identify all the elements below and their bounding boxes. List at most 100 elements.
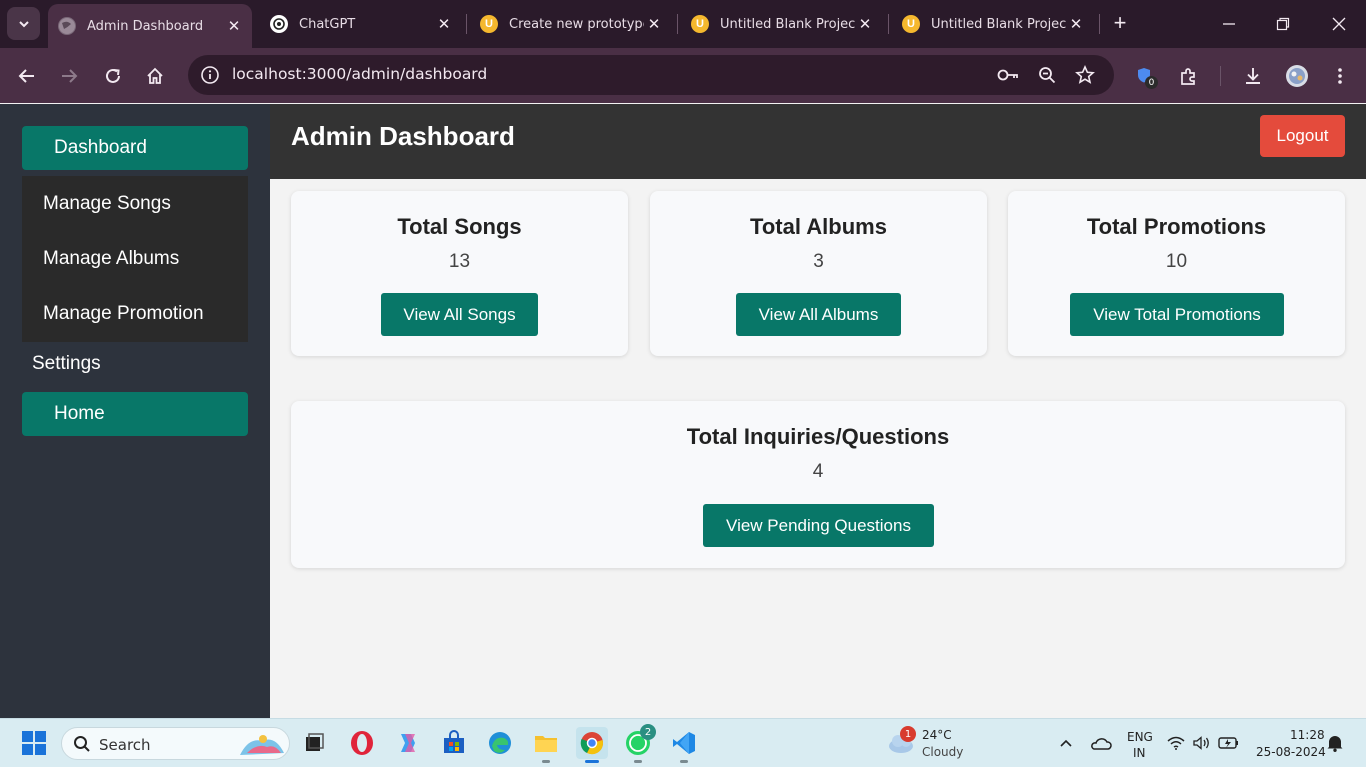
battery-icon[interactable] [1216,727,1242,759]
sidebar-item-settings[interactable]: Settings [32,353,258,375]
tab-untitled-project-1[interactable]: U Untitled Blank Project ✕ [681,6,883,42]
weather-badge: 1 [900,726,916,742]
view-all-songs-button[interactable]: View All Songs [381,293,538,336]
zoom-icon[interactable] [1033,61,1061,89]
stat-card-value: 13 [448,251,471,272]
tab-separator [466,14,467,34]
tab-search-button[interactable] [7,7,40,40]
admin-header: Admin Dashboard Logout [270,104,1366,179]
stat-card-albums: Total Albums 3 View All Albums [650,191,987,356]
stat-card-promotions: Total Promotions 10 View Total Promotion… [1008,191,1345,356]
url-text: localhost:3000/admin/dashboard [232,65,488,83]
browser-tab-bar: Admin Dashboard ✕ ChatGPT ✕ U Create new… [0,0,1366,48]
sidebar-item-dashboard[interactable]: Dashboard [22,126,248,170]
chevron-up-icon[interactable] [1050,727,1082,759]
close-icon[interactable]: ✕ [855,14,875,34]
clock-time: 11:28 [1290,728,1325,742]
sidebar-item-manage-promotion[interactable]: Manage Promotion [43,303,204,325]
uizard-icon: U [480,15,498,33]
stat-card-inquiries: Total Inquiries/Questions 4 View Pending… [291,401,1345,568]
stat-card-value: 3 [813,251,824,272]
windows-start-icon[interactable] [18,727,50,759]
tab-title: Admin Dashboard [87,18,204,34]
active-indicator [585,760,599,763]
uizard-icon: U [691,15,709,33]
vscode-icon[interactable] [668,727,700,763]
tab-create-prototype[interactable]: U Create new prototype ✕ [470,6,672,42]
view-all-albums-button[interactable]: View All Albums [736,293,901,336]
more-menu-icon[interactable] [1326,62,1354,90]
profile-avatar-icon[interactable] [1283,62,1311,90]
forward-arrow-icon[interactable] [55,62,83,90]
tab-separator [1099,14,1100,34]
chevron-down-icon [18,20,29,27]
stat-card-title: Total Promotions [1086,214,1267,239]
copilot-icon[interactable] [392,727,424,759]
view-pending-questions-button[interactable]: View Pending Questions [703,504,934,547]
weather-cloud-icon[interactable]: 1 [886,726,918,759]
sidebar-item-home[interactable]: Home [22,392,248,436]
logout-button[interactable]: Logout [1260,115,1345,157]
close-icon[interactable]: ✕ [224,16,244,36]
edge-icon[interactable] [484,727,516,759]
sidebar-item-manage-songs[interactable]: Manage Songs [43,193,171,215]
new-tab-icon[interactable]: + [1108,12,1132,36]
weather-temperature: 24°C [922,728,952,742]
view-total-promotions-button[interactable]: View Total Promotions [1070,293,1284,336]
password-key-icon[interactable] [994,61,1022,89]
dashboard-content: Total Songs 13 View All Songs Total Albu… [270,179,1366,718]
tab-chatgpt[interactable]: ChatGPT ✕ [260,6,462,42]
uizard-icon: U [902,15,920,33]
tab-untitled-project-2[interactable]: U Untitled Blank Project ✕ [892,6,1094,42]
microsoft-store-icon[interactable] [438,727,470,759]
close-window-icon[interactable] [1324,10,1354,38]
search-label: Search [99,736,151,754]
taskbar-search-box[interactable]: Search [61,727,290,760]
minimize-icon[interactable] [1214,10,1244,38]
close-icon[interactable]: ✕ [644,14,664,34]
extensions-puzzle-icon[interactable] [1175,62,1203,90]
task-view-icon[interactable] [298,727,330,759]
stat-card-value: 4 [812,461,824,482]
page-title: Admin Dashboard [291,121,515,151]
toolbar-separator [1220,66,1221,86]
admin-sidebar: Dashboard Manage Songs Manage Albums Man… [0,104,270,718]
close-icon[interactable]: ✕ [1066,14,1086,34]
tab-title: ChatGPT [299,16,356,32]
opera-icon[interactable] [346,727,378,759]
address-bar[interactable]: localhost:3000/admin/dashboard [188,55,1114,95]
download-icon[interactable] [1239,62,1267,90]
notification-bell-icon[interactable] [1322,727,1348,759]
tab-title: Untitled Blank Project [720,16,855,32]
tab-title: Untitled Blank Project [931,16,1066,32]
running-indicator [680,760,688,763]
language-line-1: ENG [1127,730,1153,744]
windows-taskbar: Search 2 1 24°C Cloudy ENG IN 11:28 25-0… [0,718,1366,767]
onedrive-icon[interactable] [1085,727,1117,759]
close-icon[interactable]: ✕ [434,14,454,34]
extension-badge: 0 [1145,76,1158,89]
tab-admin-dashboard[interactable]: Admin Dashboard ✕ [48,4,252,48]
stat-card-title: Total Albums [750,214,887,239]
running-indicator [634,760,642,763]
sidebar-item-manage-albums[interactable]: Manage Albums [43,248,179,270]
language-line-2: IN [1133,746,1146,760]
bookmark-star-icon[interactable] [1071,61,1099,89]
wifi-icon[interactable] [1164,727,1188,759]
home-icon[interactable] [141,62,169,90]
sidebar-submenu: Manage Songs Manage Albums Manage Promot… [22,176,248,342]
file-explorer-icon[interactable] [530,727,562,763]
stat-card-value: 10 [1165,251,1188,272]
extension-shield-icon[interactable]: 0 [1132,62,1160,90]
volume-icon[interactable] [1190,727,1214,759]
reload-icon[interactable] [99,62,127,90]
whatsapp-icon[interactable]: 2 [622,724,656,763]
site-info-icon[interactable] [196,61,224,89]
chrome-icon[interactable] [576,727,608,763]
stat-card-title: Total Songs [397,214,522,239]
back-arrow-icon[interactable] [13,62,41,90]
restore-icon[interactable] [1268,10,1298,38]
stat-card-songs: Total Songs 13 View All Songs [291,191,628,356]
search-highlight-icon [240,735,284,755]
tab-title: Create new prototype [509,16,644,32]
